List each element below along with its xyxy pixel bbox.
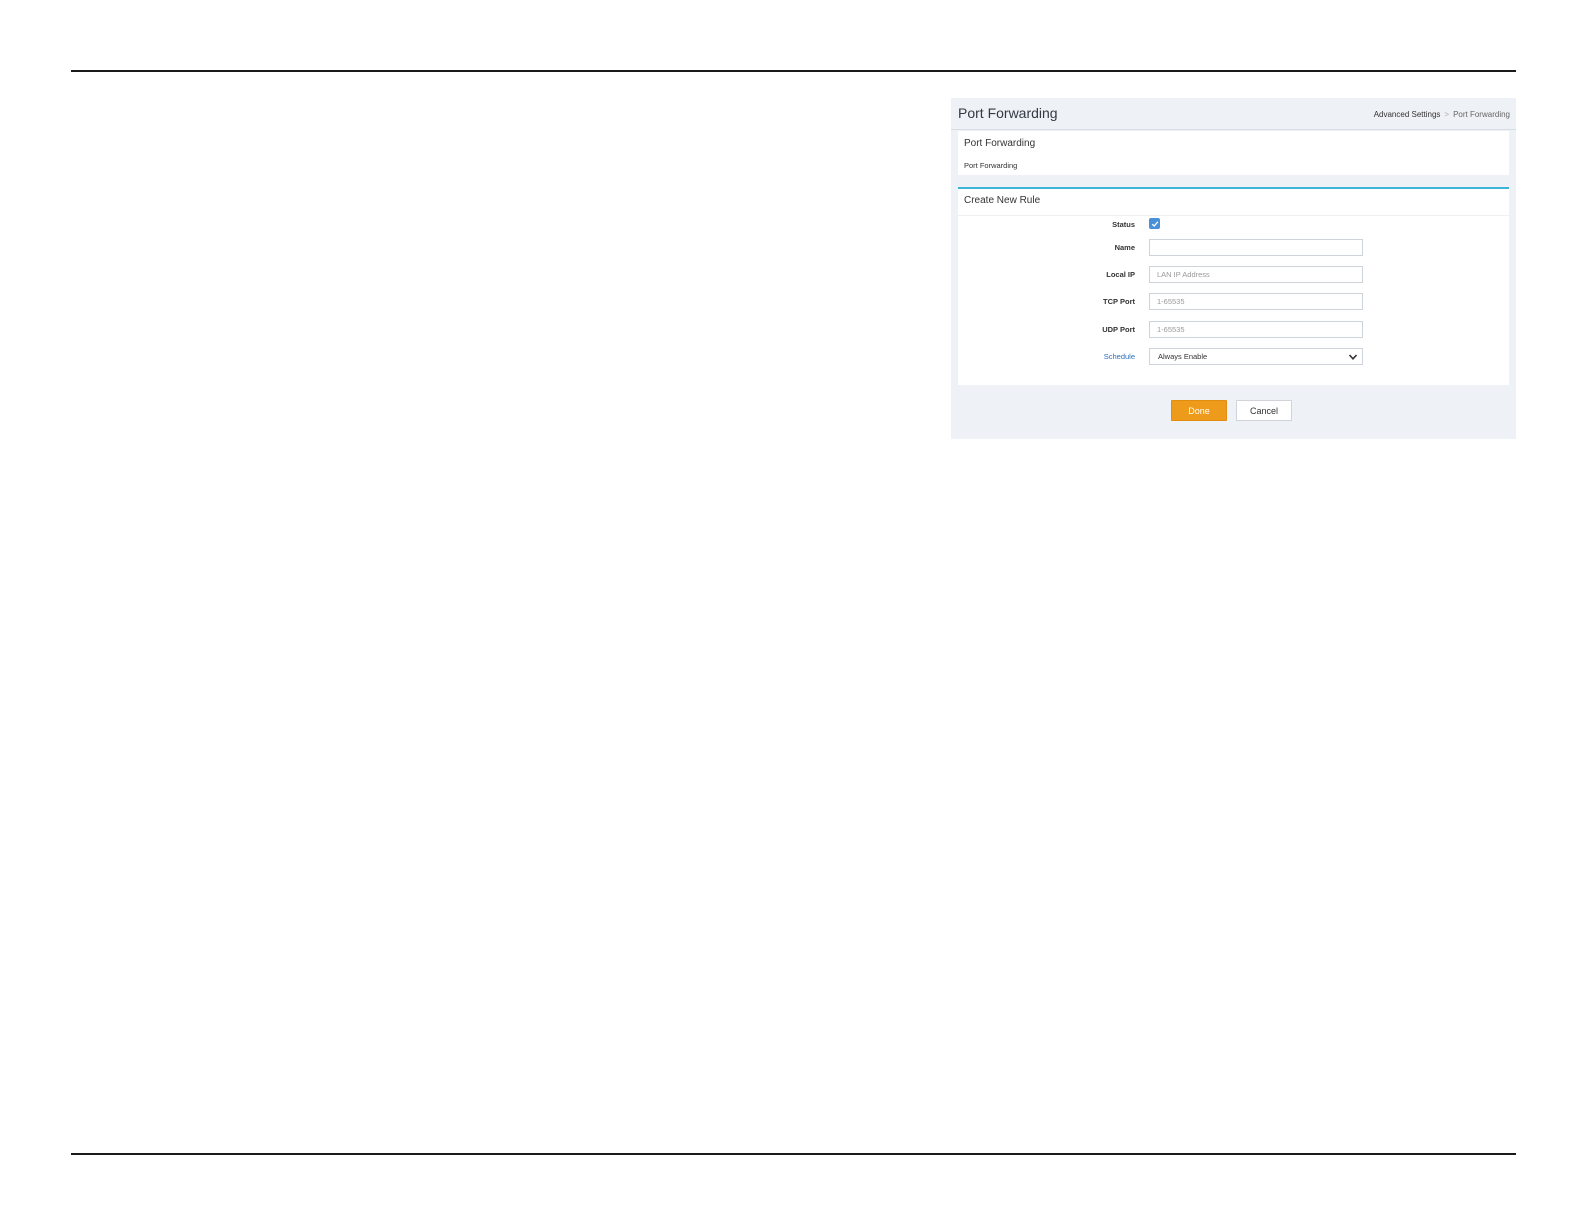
- info-card-title: Port Forwarding: [964, 138, 1036, 149]
- breadcrumb-current: Port Forwarding: [1453, 110, 1510, 119]
- page-header: Port Forwarding Advanced Settings > Port F…: [951, 98, 1516, 130]
- udp-port-label: UDP Port: [1102, 325, 1135, 334]
- chevron-down-icon: [1348, 354, 1358, 360]
- header-rule: [71, 70, 1516, 72]
- tcp-port-input[interactable]: [1149, 293, 1363, 310]
- breadcrumb: Advanced Settings > Port Forwarding: [1374, 110, 1510, 119]
- tcp-port-label: TCP Port: [1103, 297, 1135, 306]
- info-card: Port Forwarding Port Forwarding: [958, 131, 1509, 175]
- page-title: Port Forwarding: [958, 105, 1058, 121]
- create-rule-title: Create New Rule: [964, 195, 1041, 206]
- local-ip-input[interactable]: [1149, 266, 1363, 283]
- create-rule-card: Create New Rule Status Name Local IP TCP…: [958, 187, 1509, 385]
- breadcrumb-parent[interactable]: Advanced Settings: [1374, 110, 1441, 119]
- cancel-button[interactable]: Cancel: [1236, 400, 1292, 421]
- schedule-value: Always Enable: [1158, 352, 1208, 361]
- manual-page: Port Forwarding Advanced Settings > Port F…: [0, 0, 1584, 1224]
- checkmark-icon: [1151, 220, 1158, 227]
- schedule-select[interactable]: Always Enable: [1149, 348, 1363, 365]
- footer-rule: [71, 1153, 1516, 1155]
- info-card-subtitle: Port Forwarding: [964, 161, 1018, 170]
- local-ip-label: Local IP: [1106, 270, 1135, 279]
- divider: [958, 215, 1509, 216]
- schedule-label[interactable]: Schedule: [1104, 352, 1135, 361]
- done-button[interactable]: Done: [1171, 400, 1227, 421]
- udp-port-input[interactable]: [1149, 321, 1363, 338]
- status-label: Status: [1112, 220, 1135, 229]
- port-forwarding-screenshot: Port Forwarding Advanced Settings > Port F…: [951, 98, 1516, 439]
- breadcrumb-separator: >: [1444, 110, 1450, 119]
- status-checkbox[interactable]: [1149, 218, 1160, 229]
- name-input[interactable]: [1149, 239, 1363, 256]
- name-label: Name: [1114, 243, 1135, 252]
